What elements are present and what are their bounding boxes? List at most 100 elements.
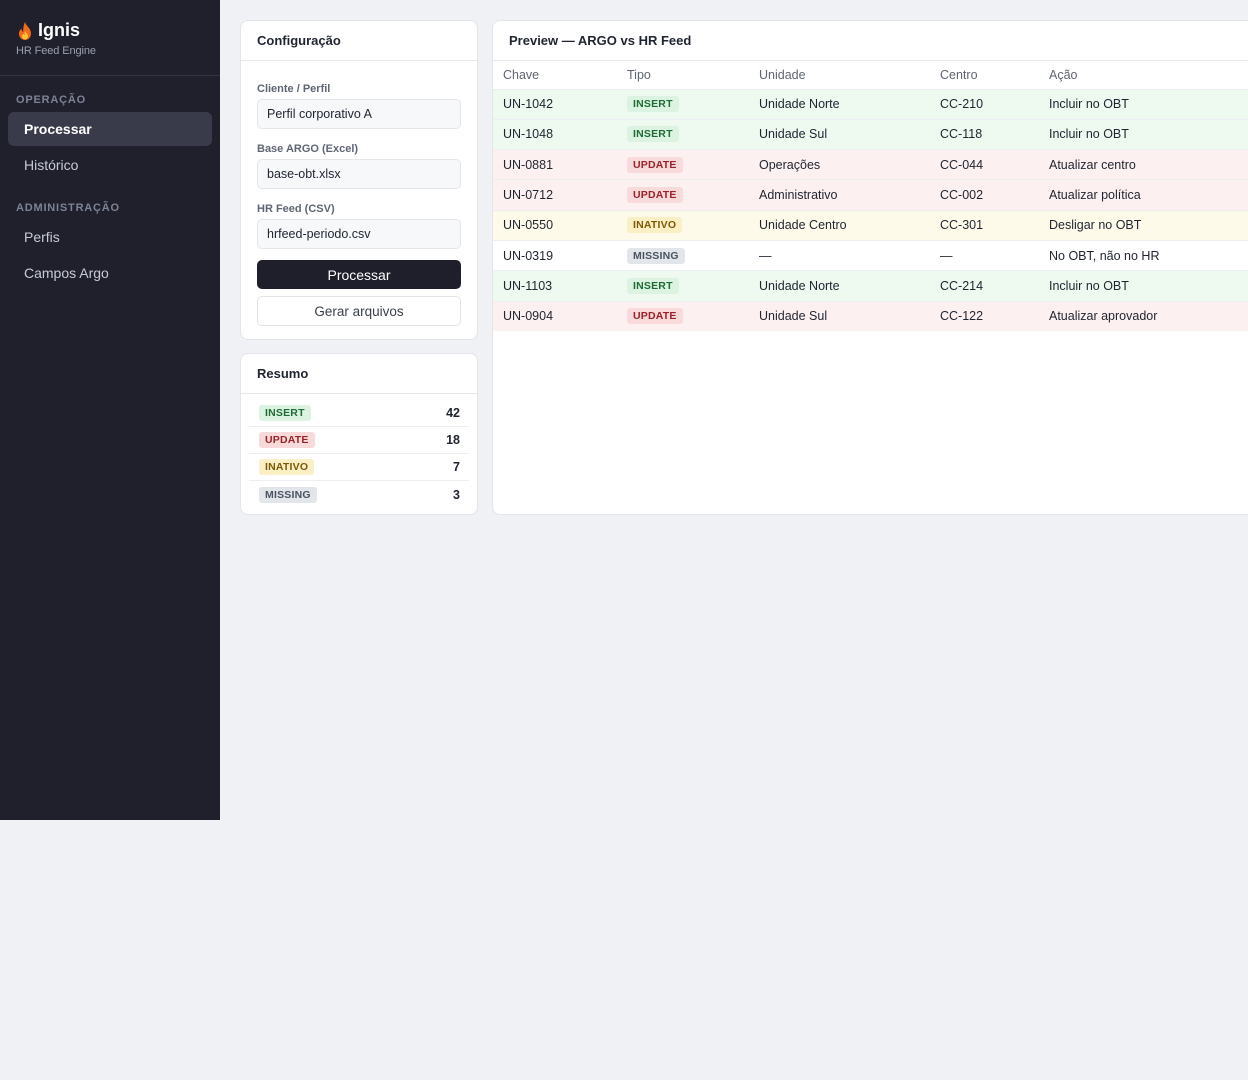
summary-row: UPDATE 18 [249,427,469,454]
summary-row: INSERT 42 [249,400,469,427]
cell-tipo: MISSING [617,239,749,271]
cell-unidade: Unidade Norte [749,270,930,302]
cell-tipo: INSERT [617,118,749,150]
cell-acao: No OBT, não no HR [1039,239,1248,271]
nav-section-operacao: OPERAÇÃO [16,94,86,106]
cell-chave: UN-1042 [493,88,617,120]
cell-acao: Incluir no OBT [1039,88,1248,120]
column-header-acao[interactable]: Ação [1039,61,1248,89]
cell-tipo: INATIVO [617,209,749,241]
status-badge: INSERT [627,96,679,113]
cell-tipo: UPDATE [617,300,749,332]
cell-centro: CC-214 [930,270,1039,302]
status-badge: INATIVO [259,459,315,475]
status-badge: MISSING [627,247,685,264]
table-row[interactable]: UN-0550 INATIVO Unidade Centro CC-301 De… [493,209,1248,241]
status-badge: INSERT [627,277,679,294]
cell-centro: CC-210 [930,88,1039,120]
argo-file-input[interactable]: base-obt.xlsx [257,159,461,189]
summary-title: Resumo [241,354,477,394]
cell-chave: UN-0550 [493,209,617,241]
summary-count: 18 [446,433,460,447]
column-header-tipo[interactable]: Tipo [617,61,749,89]
preview-card: Preview — ARGO vs HR Feed Chave Tipo Uni… [492,20,1248,515]
column-header-chave[interactable]: Chave [493,61,617,89]
brand-title: Ignis [16,20,204,41]
cell-centro: — [930,239,1039,271]
cell-tipo: INSERT [617,270,749,302]
table-row[interactable]: UN-1103 INSERT Unidade Norte CC-214 Incl… [493,270,1248,302]
status-badge: INSERT [259,405,311,421]
sidebar-item-perfis[interactable]: Perfis [8,220,212,254]
cell-unidade: Unidade Centro [749,209,930,241]
table-header-row: Chave Tipo Unidade Centro Ação [493,61,1248,89]
status-badge: UPDATE [259,432,315,448]
cell-centro: CC-044 [930,149,1039,180]
status-badge: INATIVO [627,217,683,234]
table-row[interactable]: UN-0904 UPDATE Unidade Sul CC-122 Atuali… [493,300,1248,332]
cell-unidade: Unidade Sul [749,118,930,150]
cell-unidade: Operações [749,149,930,180]
summary-card: Resumo INSERT 42 UPDATE 18 INATIVO 7 MIS… [240,353,478,515]
summary-count: 7 [453,460,460,474]
summary-row: INATIVO 7 [249,454,469,481]
cell-chave: UN-0319 [493,239,617,271]
summary-row: MISSING 3 [249,481,469,508]
sidebar: Ignis HR Feed Engine OPERAÇÃO Processar … [0,0,220,820]
flame-icon [19,21,31,40]
cell-tipo: UPDATE [617,149,749,180]
cell-acao: Incluir no OBT [1039,118,1248,150]
sidebar-item-campos-argo[interactable]: Campos Argo [8,256,212,290]
cell-centro: CC-002 [930,179,1039,211]
cell-tipo: UPDATE [617,179,749,211]
sidebar-item-label: Processar [24,121,92,137]
nav-section-administracao: ADMINISTRAÇÃO [16,202,120,214]
column-header-centro[interactable]: Centro [930,61,1039,89]
summary-count: 42 [446,406,460,420]
preview-table: Chave Tipo Unidade Centro Ação UN-1042 I… [493,61,1248,332]
column-header-unidade[interactable]: Unidade [749,61,930,89]
table-row[interactable]: UN-0881 UPDATE Operações CC-044 Atualiza… [493,149,1248,180]
config-card: Configuração Cliente / Perfil Perfil cor… [240,20,478,340]
sidebar-item-processar[interactable]: Processar [8,112,212,146]
sidebar-item-label: Perfis [24,229,60,245]
client-label: Cliente / Perfil [257,83,331,95]
cell-centro: CC-118 [930,118,1039,150]
table-row[interactable]: UN-1048 INSERT Unidade Sul CC-118 Inclui… [493,118,1248,150]
summary-count: 3 [453,487,460,502]
sidebar-item-label: Campos Argo [24,265,109,281]
cell-centro: CC-301 [930,209,1039,241]
config-title: Configuração [241,21,477,61]
hrfeed-file-input[interactable]: hrfeed-periodo.csv [257,219,461,249]
client-select[interactable]: Perfil corporativo A [257,99,461,129]
cell-chave: UN-1103 [493,270,617,302]
argo-label: Base ARGO (Excel) [257,143,359,155]
hrfeed-label: HR Feed (CSV) [257,203,335,215]
cell-tipo: INSERT [617,88,749,120]
sidebar-item-historico[interactable]: Histórico [8,148,212,182]
process-button[interactable]: Processar [257,260,461,289]
cell-centro: CC-122 [930,300,1039,332]
cell-chave: UN-0881 [493,149,617,180]
status-badge: UPDATE [627,156,683,173]
status-badge: INSERT [627,126,679,143]
status-badge: UPDATE [627,308,683,325]
brand: Ignis HR Feed Engine [0,0,220,76]
status-badge: UPDATE [627,187,683,204]
app-subtitle: HR Feed Engine [16,45,96,57]
table-row[interactable]: UN-0319 MISSING — — No OBT, não no HR [493,239,1248,271]
cell-acao: Atualizar política [1039,179,1248,211]
generate-files-button[interactable]: Gerar arquivos [257,296,461,326]
table-row[interactable]: UN-0712 UPDATE Administrativo CC-002 Atu… [493,179,1248,211]
status-badge: MISSING [259,486,317,503]
sidebar-item-label: Histórico [24,157,79,173]
preview-title: Preview — ARGO vs HR Feed [493,21,1248,61]
cell-acao: Atualizar centro [1039,149,1248,180]
cell-chave: UN-1048 [493,118,617,150]
cell-unidade: Unidade Norte [749,88,930,120]
cell-acao: Desligar no OBT [1039,209,1248,241]
cell-chave: UN-0712 [493,179,617,211]
table-row[interactable]: UN-1042 INSERT Unidade Norte CC-210 Incl… [493,88,1248,120]
cell-unidade: Unidade Sul [749,300,930,332]
cell-unidade: — [749,239,930,271]
